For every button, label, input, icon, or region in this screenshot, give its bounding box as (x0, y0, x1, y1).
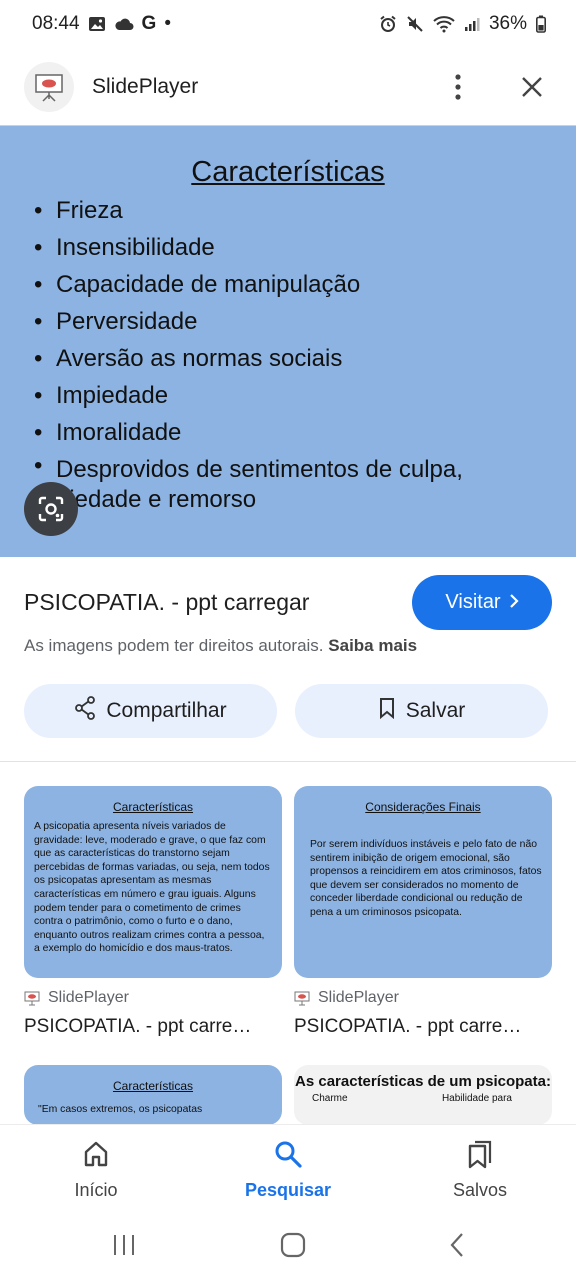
related-image-card[interactable]: As características de um psicopata: Char… (294, 1065, 552, 1125)
card-source[interactable]: SlidePlayer (24, 989, 129, 1007)
nav-home[interactable]: Início (0, 1125, 192, 1214)
nav-home-label: Início (74, 1180, 118, 1200)
slide-bullet: Aversão as normas sociais (34, 340, 554, 377)
recent-apps-icon[interactable] (111, 1233, 137, 1262)
card-source[interactable]: SlidePlayer (294, 989, 399, 1007)
status-time: 08:44 (32, 13, 80, 34)
close-icon[interactable] (512, 67, 552, 107)
home-button-icon[interactable] (280, 1232, 306, 1263)
gallery-icon (88, 15, 106, 33)
slide-bullet-list: Frieza Insensibilidade Capacidade de man… (34, 192, 554, 515)
bottom-navigation: Início Pesquisar Salvos (0, 1124, 576, 1214)
card-slide-title: Considerações Finais (365, 800, 481, 814)
card-source-name: SlidePlayer (318, 989, 399, 1006)
chevron-right-icon (509, 591, 519, 614)
header-actions (438, 67, 552, 107)
system-navigation-bar (0, 1214, 576, 1280)
slide-bullet: Impiedade (34, 377, 554, 414)
status-right: 36% (379, 13, 546, 35)
card-slide-title: Características (112, 800, 194, 814)
related-image-card[interactable]: Características "Em casos extremos, os p… (24, 1065, 282, 1125)
slide-bullet: Perversidade (34, 303, 554, 340)
signal-icon (464, 16, 480, 32)
slide-title: Características (191, 156, 385, 188)
result-header: SlidePlayer (0, 56, 576, 118)
card-slide-title: Características (112, 1079, 194, 1093)
battery-icon (536, 15, 546, 33)
card-slide-text: Por serem indivíduos instáveis e pelo fa… (310, 839, 542, 918)
copyright-text: As imagens podem ter direitos autorais. (24, 636, 324, 655)
battery-percent: 36% (488, 13, 527, 34)
share-button[interactable]: Compartilhar (24, 684, 277, 738)
alarm-icon (379, 15, 397, 33)
wifi-icon (433, 15, 455, 33)
slide-image-preview[interactable]: Características Frieza Insensibilidade C… (0, 125, 576, 557)
google-icon: G (141, 13, 157, 34)
lens-search-icon[interactable] (24, 482, 78, 536)
result-title: PSICOPATIA. - ppt carregar (24, 589, 310, 615)
cloud-icon (114, 16, 134, 32)
status-bar: 08:44 G • 36% (0, 0, 576, 48)
notification-dot: • (164, 13, 171, 34)
card-caption[interactable]: PSICOPATIA. - ppt carre… (24, 1016, 282, 1038)
slideplayer-logo (24, 62, 74, 112)
learn-more-link[interactable]: Saiba mais (328, 636, 417, 655)
status-left: 08:44 G • (32, 13, 171, 35)
more-options-icon[interactable] (438, 67, 478, 107)
slide-bullet: Capacidade de manipulação (34, 266, 554, 303)
related-image-card[interactable]: Considerações Finais Por serem indivíduo… (294, 786, 552, 978)
home-icon (81, 1139, 111, 1174)
nav-saved[interactable]: Salvos (384, 1125, 576, 1214)
card-slide-text: A psicopatia apresenta níveis variados d… (34, 821, 270, 955)
card-slide-title: As características de um psicopata: (295, 1073, 551, 1090)
card-slide-row: Charme Habilidade para (294, 1091, 552, 1104)
bookmark-icon (378, 697, 396, 725)
card-caption[interactable]: PSICOPATIA. - ppt carre… (294, 1016, 552, 1038)
related-image-card[interactable]: Características A psicopatia apresenta n… (24, 786, 282, 978)
share-label: Compartilhar (106, 699, 227, 722)
nav-saved-label: Salvos (452, 1180, 508, 1200)
save-button[interactable]: Salvar (295, 684, 548, 738)
nav-search-label: Pesquisar (244, 1180, 332, 1200)
card-col-right: Habilidade para (441, 1093, 512, 1104)
slide-bullet: Imoralidade (34, 414, 554, 451)
card-slide-text: "Em casos extremos, os psicopatas (38, 1104, 203, 1115)
save-label: Salvar (405, 699, 466, 722)
slide-bullet: Frieza (34, 192, 554, 229)
slide-bullet: Insensibilidade (34, 229, 554, 266)
collections-icon (465, 1139, 495, 1174)
card-source-name: SlidePlayer (48, 989, 129, 1006)
visit-button[interactable]: Visitar (412, 575, 552, 630)
back-icon[interactable] (449, 1232, 465, 1263)
visit-label: Visitar (445, 591, 501, 613)
slide-bullet: Desprovidos de sentimentos de culpa, pie… (34, 451, 554, 515)
share-icon (74, 696, 96, 726)
mute-icon (406, 15, 424, 33)
nav-search[interactable]: Pesquisar (192, 1125, 384, 1214)
slideplayer-favicon (294, 990, 310, 1006)
search-icon (273, 1139, 303, 1174)
copyright-notice: As imagens podem ter direitos autorais. … (24, 636, 417, 656)
slideplayer-favicon (24, 990, 40, 1006)
section-divider (0, 761, 576, 762)
site-name: SlidePlayer (92, 75, 199, 98)
card-col-left: Charme (312, 1093, 348, 1104)
